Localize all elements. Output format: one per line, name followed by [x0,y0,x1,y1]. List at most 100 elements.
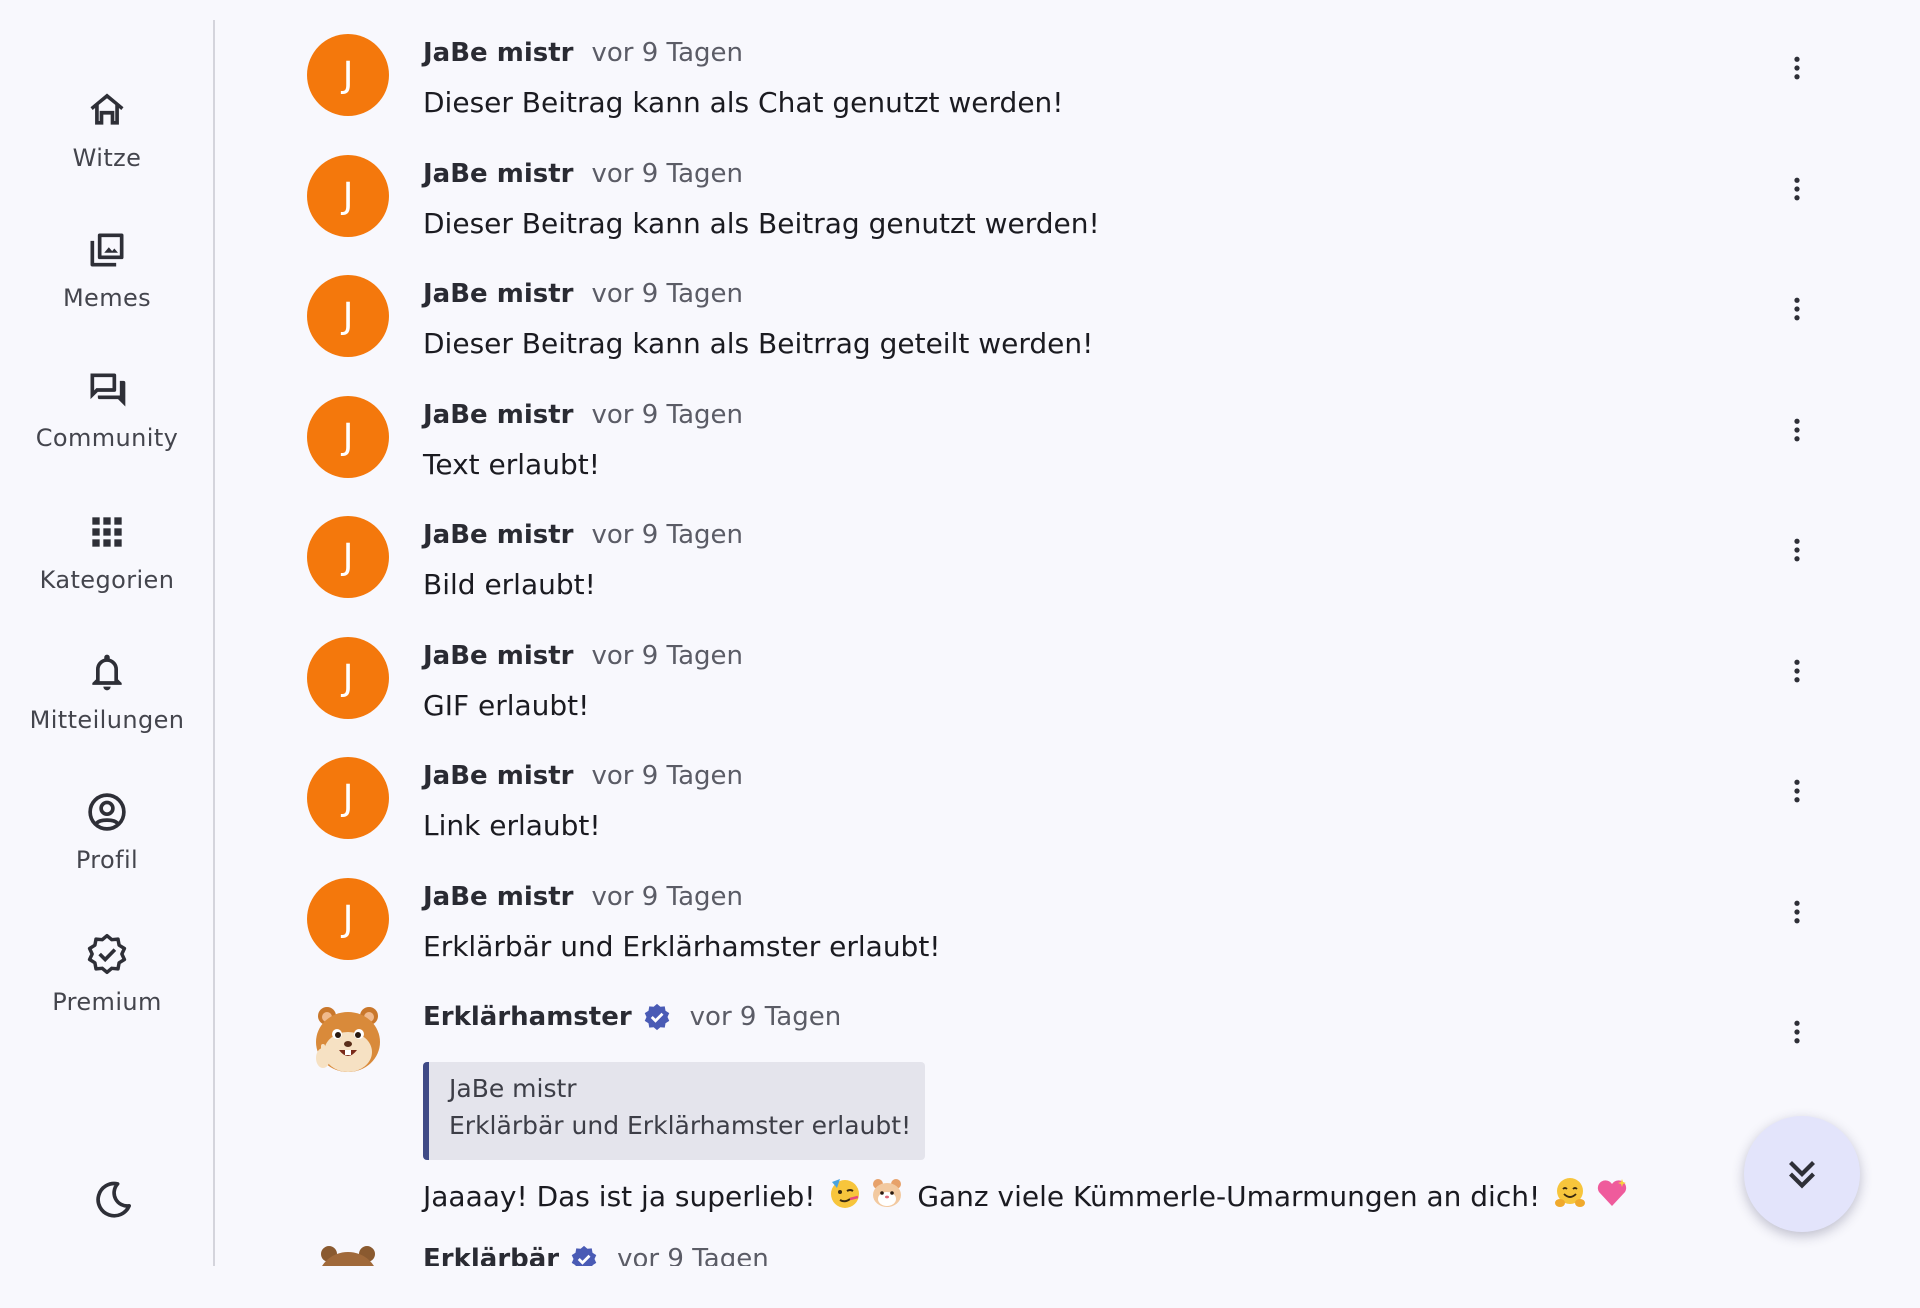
more-options-button[interactable] [1777,48,1817,88]
sidebar-nav: Witze Memes Community Kategorien Mitteil… [0,0,214,1266]
apps-grid-icon [83,508,131,556]
more-options-button[interactable] [1777,530,1817,570]
post-header: JaBe mistr vor 9 Tagen [423,159,743,189]
more-options-button[interactable] [1777,771,1817,811]
post-time: vor 9 Tagen [591,279,743,309]
post-author[interactable]: JaBe mistr [423,761,573,791]
reply-text-part1: Jaaaay! Das ist ja superlieb! [423,1180,816,1213]
more-vert-icon [1794,659,1800,683]
post-time: vor 9 Tagen [591,641,743,671]
sidebar-item-premium[interactable]: Premium [0,930,214,1016]
hugging-face-emoji [1553,1176,1587,1210]
hamster-face-emoji [870,1176,904,1210]
post-text: Text erlaubt! [423,448,600,481]
sidebar-item-profil[interactable]: Profil [0,788,214,874]
post-header: JaBe mistr vor 9 Tagen [423,641,743,671]
post-header: JaBe mistr vor 9 Tagen [423,882,743,912]
sidebar-item-label: Profil [75,846,139,874]
sidebar-item-label: Premium [52,988,162,1016]
post-time: vor 9 Tagen [591,400,743,430]
theme-toggle-button[interactable] [89,1176,137,1224]
quoted-text: Erklärbär und Erklärhamster erlaubt! [449,1111,912,1140]
more-options-button[interactable] [1777,410,1817,450]
verified-badge-icon [83,930,131,978]
more-vert-icon [1794,1020,1800,1044]
more-vert-icon [1794,538,1800,562]
avatar[interactable]: J [307,516,389,598]
post-time: vor 9 Tagen [591,38,743,68]
bell-icon [83,648,131,696]
post-author[interactable]: JaBe mistr [423,641,573,671]
avatar[interactable]: J [307,396,389,478]
post-text: Erklärbär und Erklärhamster erlaubt! [423,930,941,963]
more-vert-icon [1794,297,1800,321]
post-time: vor 9 Tagen [591,882,743,912]
quoted-message[interactable]: JaBe mistr Erklärbär und Erklärhamster e… [423,1062,925,1160]
sparkling-heart-emoji [1595,1176,1629,1210]
more-vert-icon [1794,177,1800,201]
avatar[interactable]: J [307,757,389,839]
post-author[interactable]: Erklärhamster [423,1002,632,1032]
post-header: JaBe mistr vor 9 Tagen [423,520,743,550]
sidebar-item-label: Mitteilungen [29,706,185,734]
reply-text: Jaaaay! Das ist ja superlieb! Ganz viele… [423,1176,1633,1213]
sidebar-item-kategorien[interactable]: Kategorien [0,508,214,594]
comment-feed: J JaBe mistr vor 9 Tagen Dieser Beitrag … [215,0,1920,1266]
photo-library-icon [83,226,131,274]
sidebar-item-community[interactable]: Community [0,366,214,452]
post-text: Dieser Beitrag kann als Beitrrag geteilt… [423,327,1094,360]
post-time: vor 9 Tagen [617,1244,769,1266]
post-author[interactable]: JaBe mistr [423,882,573,912]
post-text: Dieser Beitrag kann als Beitrag genutzt … [423,207,1100,240]
avatar[interactable]: J [307,34,389,116]
sidebar-item-memes[interactable]: Memes [0,226,214,312]
more-options-button[interactable] [1777,651,1817,691]
post-author[interactable]: JaBe mistr [423,520,573,550]
partying-face-emoji [828,1176,862,1210]
post-author[interactable]: JaBe mistr [423,159,573,189]
account-circle-icon [83,788,131,836]
sidebar-item-witze[interactable]: Witze [0,86,214,172]
more-options-button[interactable] [1777,169,1817,209]
quoted-author: JaBe mistr [449,1074,577,1103]
avatar[interactable]: J [307,878,389,960]
bear-avatar[interactable] [307,1240,389,1266]
more-options-button[interactable] [1777,1012,1817,1052]
post-time: vor 9 Tagen [591,520,743,550]
post-header: Erklärbär vor 9 Tagen [423,1244,769,1266]
sidebar-item-label: Community [35,424,179,452]
post-header: Erklärhamster vor 9 Tagen [423,1002,841,1032]
post-time: vor 9 Tagen [689,1002,842,1032]
avatar[interactable]: J [307,275,389,357]
post-author[interactable]: JaBe mistr [423,38,573,68]
post-text: Bild erlaubt! [423,568,596,601]
more-vert-icon [1794,418,1800,442]
post-author[interactable]: JaBe mistr [423,279,573,309]
post-text: Dieser Beitrag kann als Chat genutzt wer… [423,86,1064,119]
post-author[interactable]: JaBe mistr [423,400,573,430]
reply-text-part2: Ganz viele Kümmerle-Umarmungen an dich! [917,1180,1541,1213]
sidebar-item-mitteilungen[interactable]: Mitteilungen [0,648,214,734]
scroll-to-bottom-button[interactable] [1744,1116,1860,1232]
sidebar-item-label: Witze [72,144,142,172]
more-vert-icon [1794,779,1800,803]
post-text: Link erlaubt! [423,809,601,842]
verified-badge-icon [569,1244,599,1266]
forum-icon [83,366,131,414]
double-chevron-down-icon [1789,1161,1815,1189]
avatar[interactable]: J [307,637,389,719]
avatar[interactable]: J [307,155,389,237]
post-author[interactable]: Erklärbär [423,1244,559,1266]
post-header: JaBe mistr vor 9 Tagen [423,38,743,68]
post-header: JaBe mistr vor 9 Tagen [423,279,743,309]
home-icon [83,86,131,134]
post-time: vor 9 Tagen [591,159,743,189]
post-text: GIF erlaubt! [423,689,590,722]
more-options-button[interactable] [1777,289,1817,329]
post-header: JaBe mistr vor 9 Tagen [423,761,743,791]
more-options-button[interactable] [1777,892,1817,932]
sidebar-item-label: Kategorien [39,566,175,594]
hamster-avatar[interactable] [307,998,389,1080]
post-time: vor 9 Tagen [591,761,743,791]
bottom-edge [0,1266,1920,1308]
